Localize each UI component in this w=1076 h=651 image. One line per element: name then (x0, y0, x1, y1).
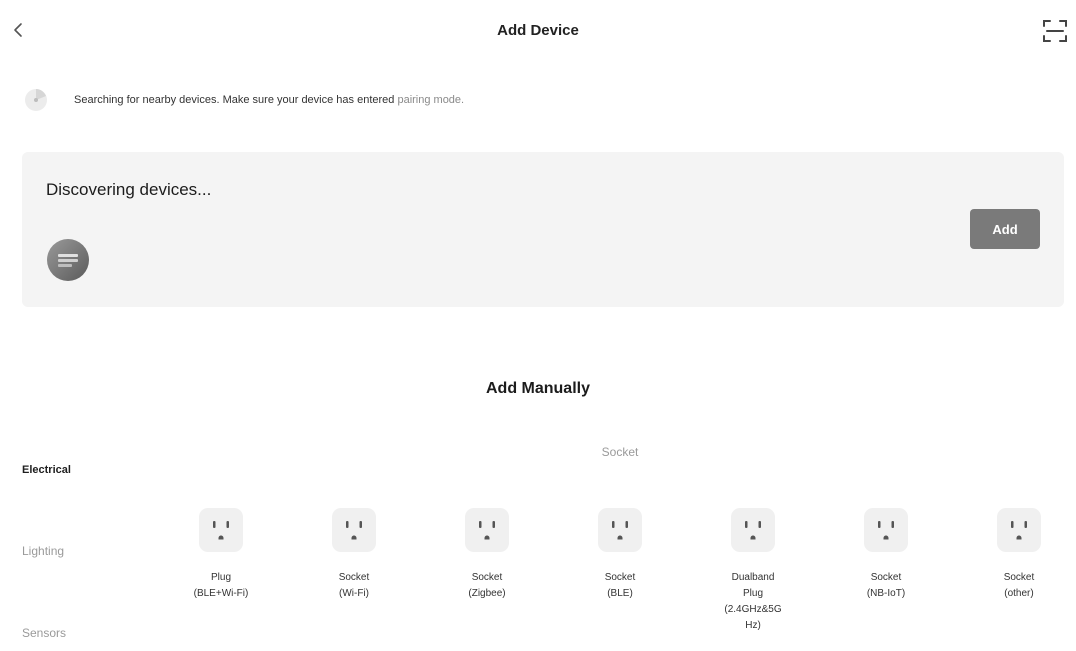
top-bar: Add Device (0, 0, 1076, 62)
discovered-device[interactable] (46, 238, 90, 282)
socket-icon (199, 508, 243, 552)
category-sidebar: Electrical Lighting Sensors (0, 440, 170, 651)
device-socket-other[interactable]: Socket (other) (964, 504, 1074, 651)
socket-icon (731, 508, 775, 552)
device-socket-wifi[interactable]: Socket (Wi-Fi) (299, 504, 409, 651)
device-icon (47, 239, 89, 281)
scan-button[interactable] (1040, 16, 1070, 46)
device-label: Socket (BLE) (604, 572, 636, 599)
add-button[interactable]: Add (970, 209, 1040, 249)
socket-icon (997, 508, 1041, 552)
discovery-title: Discovering devices... (46, 180, 212, 199)
notice-message: Searching for nearby devices. Make sure … (74, 94, 398, 106)
device-dualband-plug[interactable]: Dualband Plug (2.4GHz&5G Hz) (698, 504, 808, 651)
discovery-card: Discovering devices... Add (22, 152, 1064, 307)
socket-icon (598, 508, 642, 552)
search-notice: Searching for nearby devices. Make sure … (22, 86, 922, 116)
socket-icon (332, 508, 376, 552)
page-title: Add Device (497, 22, 579, 39)
category-lighting[interactable]: Lighting (22, 544, 64, 558)
section-label-socket: Socket (601, 445, 639, 459)
add-manually-heading: Add Manually (485, 380, 590, 397)
device-plug-ble-wifi[interactable]: Plug (BLE+Wi-Fi) (166, 504, 276, 651)
category-sensors[interactable]: Sensors (22, 626, 66, 640)
device-socket-zigbee[interactable]: Socket (Zigbee) (432, 504, 542, 651)
scan-icon (1043, 20, 1067, 42)
device-socket-ble[interactable]: Socket (BLE) (565, 504, 675, 651)
pairing-mode-link[interactable]: pairing mode. (397, 94, 464, 106)
device-label: Socket (Wi-Fi) (338, 572, 370, 599)
device-socket-nb-iot[interactable]: Socket (NB-IoT) (831, 504, 941, 651)
notice-text: Searching for nearby devices. Make sure … (74, 94, 464, 106)
radar-icon (25, 89, 47, 111)
device-label: Socket (NB-IoT) (866, 572, 906, 599)
device-label: Plug (BLE+Wi-Fi) (193, 572, 249, 599)
device-label: Dualband Plug (2.4GHz&5G Hz) (724, 572, 782, 631)
category-electrical[interactable]: Electrical (22, 464, 71, 476)
socket-icon (465, 508, 509, 552)
device-label: Socket (Zigbee) (468, 572, 506, 599)
socket-icon (864, 508, 908, 552)
device-label: Socket (other) (1003, 572, 1035, 599)
